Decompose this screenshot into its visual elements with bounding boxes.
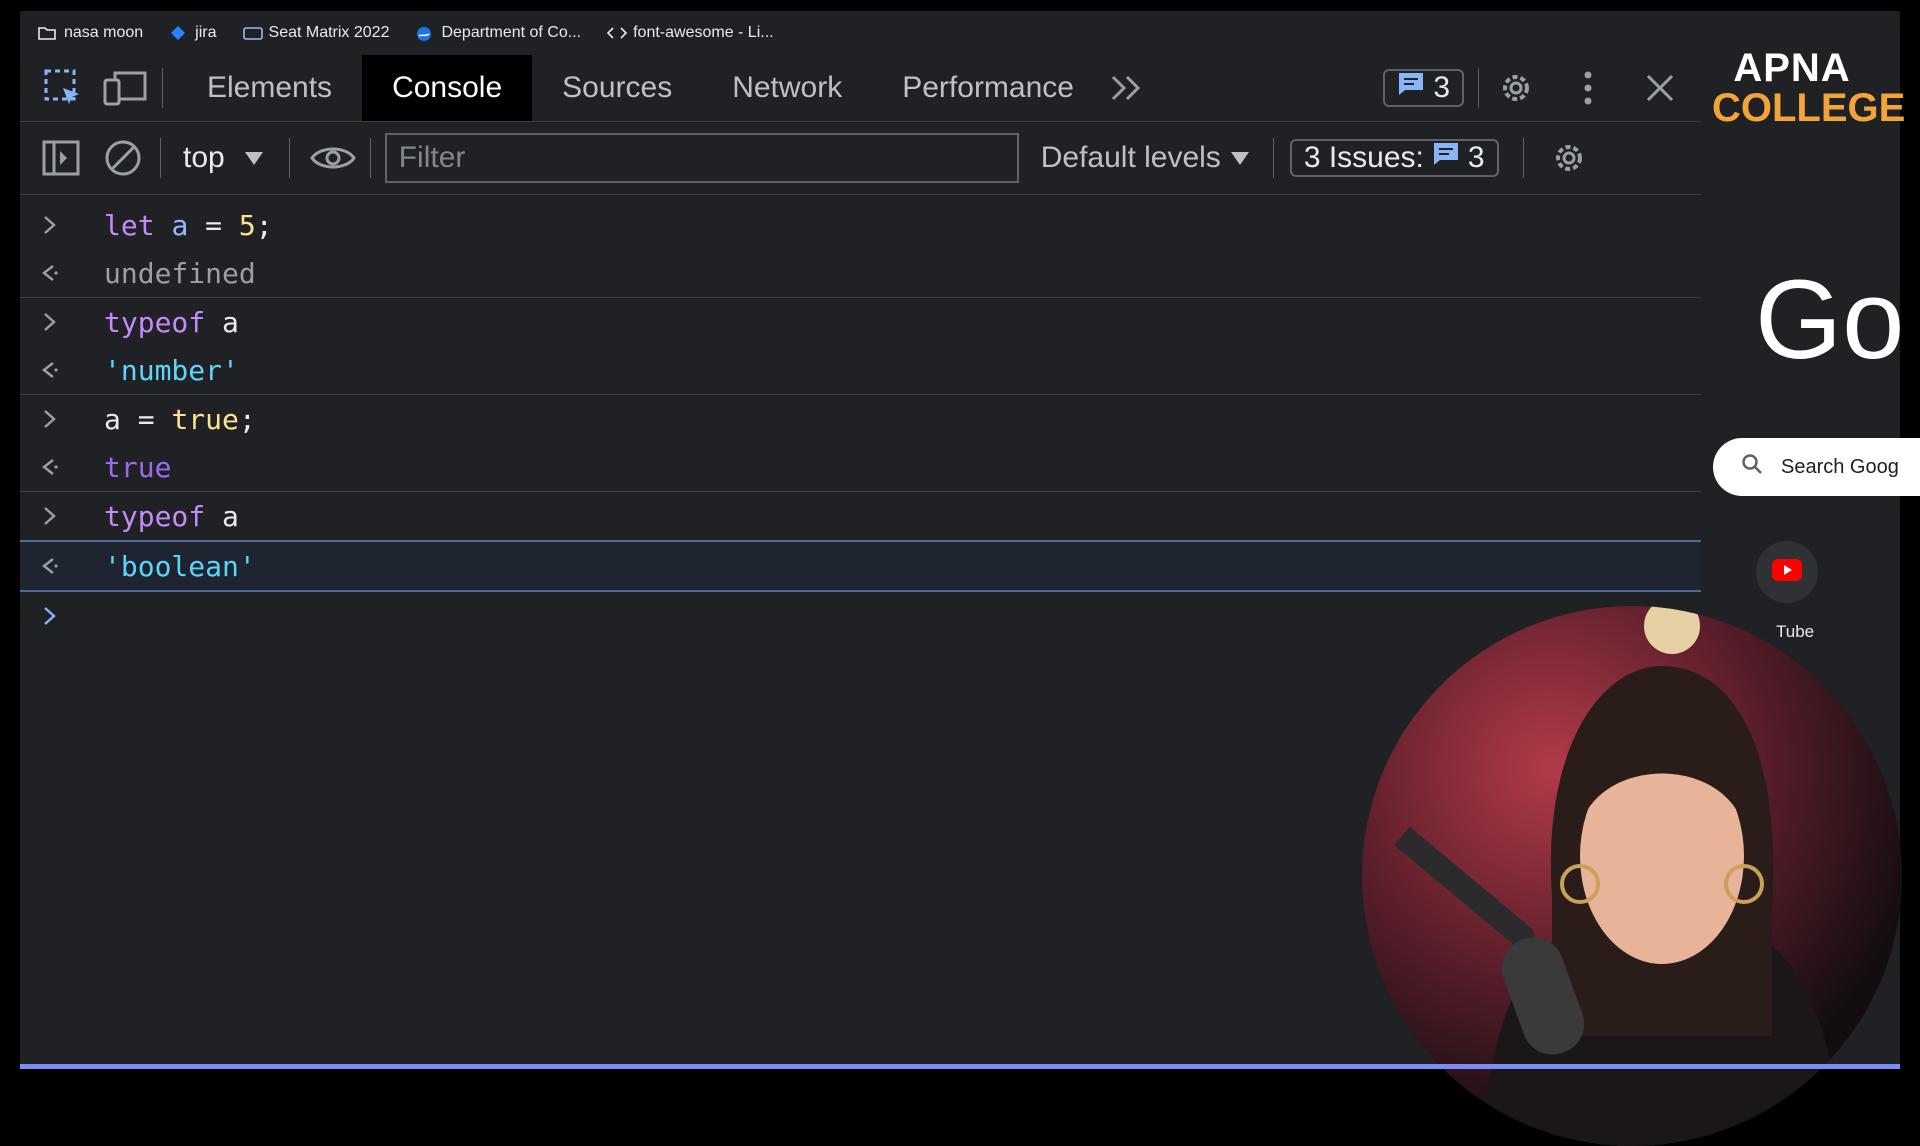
divider xyxy=(1522,138,1524,178)
folder-icon xyxy=(38,25,56,41)
clear-console-icon[interactable] xyxy=(100,135,146,181)
chevron-right-icon xyxy=(20,312,80,332)
chevron-right-icon xyxy=(20,215,80,235)
divider xyxy=(1272,138,1274,178)
chevron-right-icon xyxy=(20,409,80,429)
sidebar-toggle-icon[interactable] xyxy=(38,135,84,181)
divider xyxy=(160,138,161,178)
chevron-down-icon xyxy=(1230,151,1249,165)
bookmarks-bar: nasa moon jira Seat Matrix 2022 Departme… xyxy=(20,11,1900,55)
console-input-line[interactable]: let a = 5; xyxy=(20,201,1701,249)
inspect-element-icon[interactable] xyxy=(40,65,86,111)
issues-label: 3 Issues: xyxy=(1303,141,1424,174)
jira-icon xyxy=(169,25,187,41)
live-expression-eye-icon[interactable] xyxy=(309,135,356,181)
console-settings-gear-icon[interactable] xyxy=(1546,135,1592,181)
message-icon xyxy=(1432,141,1460,175)
chevron-down-icon xyxy=(244,151,263,165)
console-line-text: typeof a xyxy=(104,305,239,339)
google-logo-partial: Go xyxy=(1755,257,1905,382)
console-line-text: let a = 5; xyxy=(104,208,273,242)
console-line-text: 'number' xyxy=(104,353,239,387)
issues-count: 3 xyxy=(1467,141,1485,174)
issues-button[interactable]: 3 Issues: 3 xyxy=(1289,139,1499,177)
bookmark-nasa-moon[interactable]: nasa moon xyxy=(38,24,143,42)
console-input-line[interactable]: typeof a xyxy=(20,298,1701,346)
console-output-line[interactable]: undefined xyxy=(20,249,1701,298)
console-line-text: a = true; xyxy=(104,402,256,436)
console-output-line[interactable]: 'number' xyxy=(20,346,1701,395)
logo-line-2: COLLEGE xyxy=(1712,86,1906,130)
message-icon xyxy=(1397,71,1425,105)
youtube-shortcut-label: Tube xyxy=(1776,622,1815,641)
search-icon xyxy=(1741,453,1763,481)
bookmark-label: jira xyxy=(195,24,217,41)
tab-console[interactable]: Console xyxy=(362,55,533,121)
seat-matrix-icon xyxy=(242,25,263,41)
bookmark-label: Seat Matrix 2022 xyxy=(268,24,390,41)
messages-badge[interactable]: 3 xyxy=(1383,69,1464,107)
divider xyxy=(1478,68,1479,108)
bookmark-label: nasa moon xyxy=(64,24,144,41)
youtube-icon xyxy=(1772,558,1802,586)
bookmark-font-awesome[interactable]: font-awesome - Li... xyxy=(606,24,774,42)
console-toolbar: top Default levels 3 Issues: 3 xyxy=(20,122,1701,195)
console-output-line[interactable]: 'boolean' xyxy=(20,540,1701,592)
video-progress-bar xyxy=(20,1064,1900,1069)
devtools-tab-bar: Elements Console Sources Network Perform… xyxy=(20,55,1701,122)
more-tabs-icon[interactable] xyxy=(1104,65,1150,111)
prompt-chevron-icon xyxy=(20,606,80,626)
bookmark-label: font-awesome - Li... xyxy=(633,24,774,41)
console-input-line[interactable]: a = true; xyxy=(20,395,1701,443)
console-line-text: 'boolean' xyxy=(104,549,256,583)
divider xyxy=(369,138,371,178)
devtools-right-tools: 3 xyxy=(1383,55,1701,121)
log-levels-label: Default levels xyxy=(1040,141,1221,174)
search-placeholder: Search Goog xyxy=(1781,455,1899,478)
logo-line-1: APNA xyxy=(1733,46,1851,90)
console-output: let a = 5; undefined typeof a 'number' a = t… xyxy=(20,195,1701,640)
youtube-shortcut[interactable] xyxy=(1756,541,1818,603)
tab-network[interactable]: Network xyxy=(702,55,872,121)
divider xyxy=(288,138,290,178)
context-value: top xyxy=(183,141,225,174)
console-line-text: true xyxy=(104,450,172,484)
tab-sources[interactable]: Sources xyxy=(532,55,702,121)
close-icon[interactable] xyxy=(1637,65,1683,111)
bookmark-jira[interactable]: jira xyxy=(169,24,217,42)
console-output-line[interactable]: true xyxy=(20,443,1701,492)
return-arrow-icon xyxy=(20,457,80,477)
divider xyxy=(162,68,163,108)
apna-college-logo: APNA COLLEGE xyxy=(1712,46,1906,130)
tab-performance[interactable]: Performance xyxy=(872,55,1104,121)
device-toolbar-icon[interactable] xyxy=(102,65,148,111)
console-line-text: typeof a xyxy=(104,499,239,533)
return-arrow-icon xyxy=(20,556,80,576)
code-icon xyxy=(606,25,628,41)
tab-elements[interactable]: Elements xyxy=(177,55,362,121)
chevron-right-icon xyxy=(20,506,80,526)
console-line-text: undefined xyxy=(104,256,256,290)
globe-icon xyxy=(415,25,433,41)
bookmark-label: Department of Co... xyxy=(441,24,582,41)
more-options-icon[interactable] xyxy=(1565,65,1611,111)
context-selector[interactable]: top xyxy=(183,141,263,175)
bookmark-seat-matrix[interactable]: Seat Matrix 2022 xyxy=(242,24,390,42)
google-search-box[interactable]: Search Goog xyxy=(1713,438,1920,496)
settings-gear-icon[interactable] xyxy=(1493,65,1539,111)
filter-input[interactable] xyxy=(384,133,1019,183)
log-levels-dropdown[interactable]: Default levels xyxy=(1041,141,1249,175)
bookmark-department[interactable]: Department of Co... xyxy=(415,24,581,42)
return-arrow-icon xyxy=(20,360,80,380)
console-prompt[interactable] xyxy=(20,592,1701,640)
return-arrow-icon xyxy=(20,263,80,283)
messages-count: 3 xyxy=(1433,71,1450,104)
console-input-line[interactable]: typeof a xyxy=(20,492,1701,540)
